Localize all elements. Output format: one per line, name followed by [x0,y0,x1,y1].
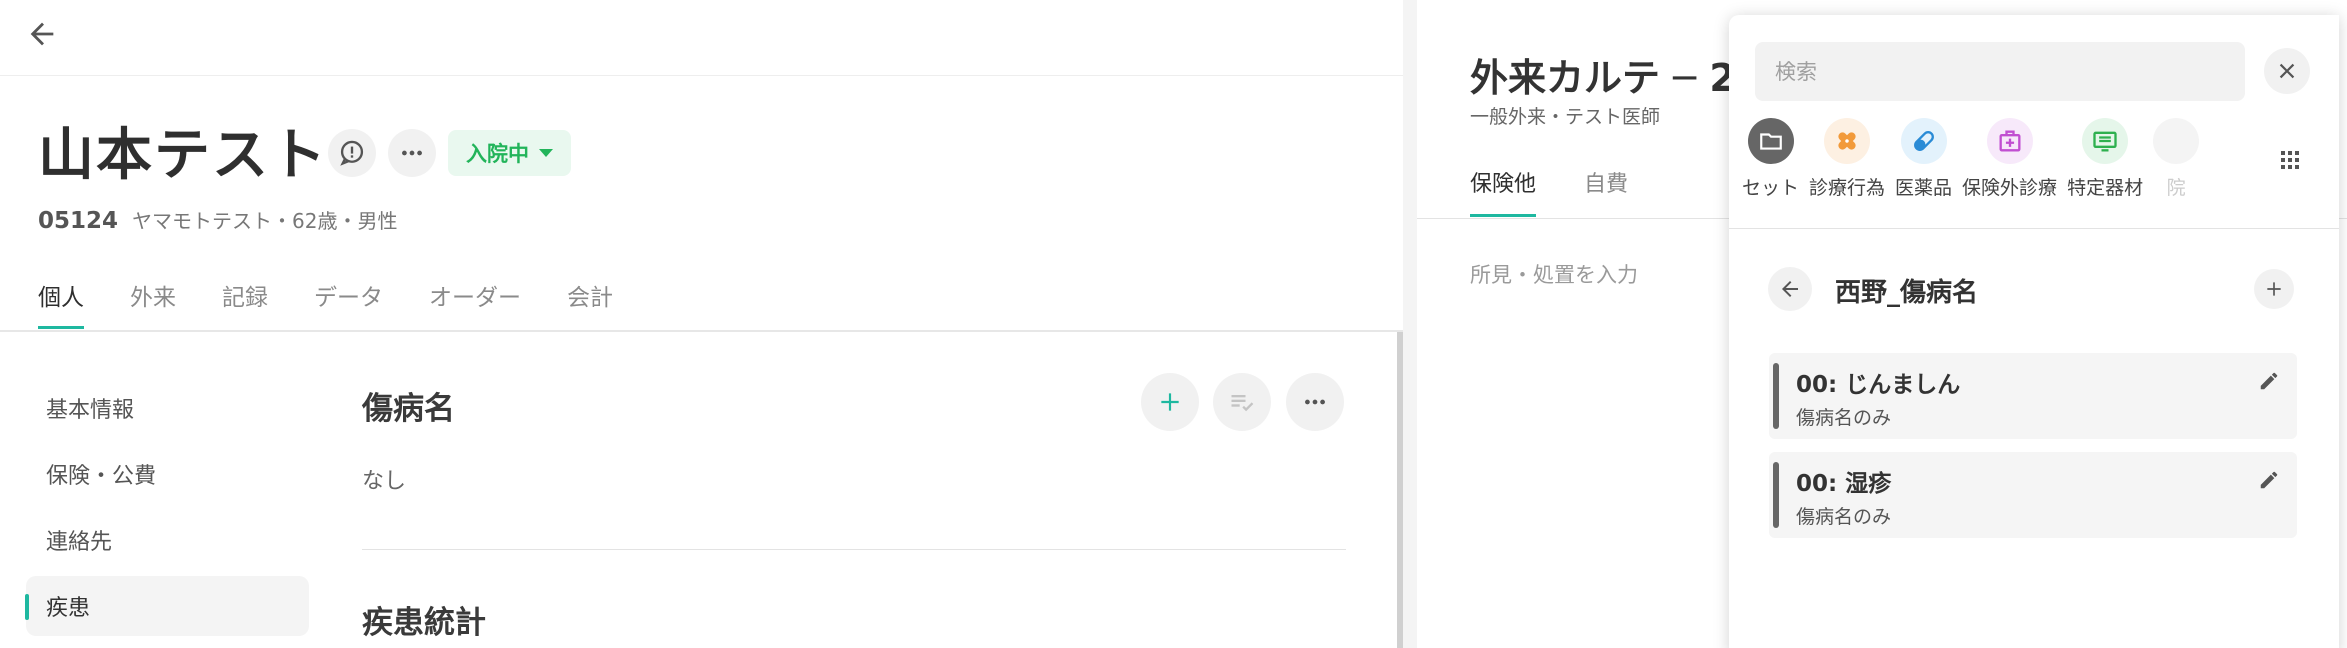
chart-title: 外来カルテ ─ 2 [1470,56,1736,100]
pencil-icon [2260,471,2278,489]
bandage-icon [1824,118,1871,164]
set-item-name: 00: 湿疹 [1796,471,1892,497]
pencil-icon [2260,372,2278,390]
close-panel-button[interactable] [2264,48,2310,94]
more-horizontal-icon [402,150,422,156]
status-label: 入院中 [466,142,529,166]
tab-orders[interactable]: オーダー [429,272,521,332]
category-label: 診療行為 [1809,177,1886,199]
set-item-marker [1773,462,1779,528]
panel-divider [1729,228,2339,229]
category-label: 保険外診療 [1962,177,2058,199]
chart-subtitle: 一般外来・テスト医師 [1470,106,1661,128]
close-icon [2279,63,2295,79]
category-label: 特定器材 [2067,177,2144,199]
header-divider [0,75,1403,76]
bulk-edit-button[interactable] [1213,373,1271,431]
tab-records[interactable]: 記録 [222,272,268,332]
device-icon [2082,118,2129,164]
medical-bag-icon [1986,118,2033,164]
category-procedures[interactable]: 診療行為 [1809,118,1885,208]
nav-item-insurance[interactable]: 保険・公費 [26,444,309,504]
category-label: 医薬品 [1895,177,1953,199]
tab-personal[interactable]: 個人 [38,272,84,332]
patient-meta: 05124 ヤマモトテスト・62歳・男性 [38,205,397,234]
category-set[interactable]: セット [1742,118,1799,208]
nav-item-basic-info[interactable]: 基本情報 [26,378,309,438]
category-devices[interactable]: 特定器材 [2067,118,2143,208]
admission-status-dropdown[interactable]: 入院中 [448,130,571,176]
side-nav: 基本情報 保険・公費 連絡先 疾患 [25,378,309,642]
tab-outpatient[interactable]: 外来 [130,272,176,332]
patient-details: ヤマモトテスト・62歳・男性 [132,209,398,233]
alert-button[interactable] [328,129,376,177]
tab-self-pay[interactable]: 自費 [1584,166,1628,198]
patient-name: 山本テスト [38,123,328,188]
edit-set-button[interactable] [2255,466,2283,494]
more-icon [2153,118,2200,164]
back-button[interactable] [20,12,64,56]
set-folder-title: 西野_傷病名 [1835,278,1979,308]
add-disease-button[interactable] [1141,373,1199,431]
edit-set-button[interactable] [2255,367,2283,395]
tabs-divider [0,330,1403,332]
set-item-name: 00: じんましん [1796,372,1961,398]
chart-tabs: 保険他 自費 [1470,166,1676,217]
category-more[interactable]: 院 [2153,118,2200,208]
pill-icon [1900,118,1947,164]
order-panel [1729,15,2339,648]
category-non-insurance[interactable]: 保険外診療 [1962,118,2057,208]
caret-down-icon [539,149,553,157]
section-title: 傷病名 [362,391,455,427]
folder-icon [1747,118,1794,164]
plus-icon [2267,282,2281,296]
set-item-description: 傷病名のみ [1796,407,1892,429]
category-label: 院 [2166,177,2186,199]
findings-input[interactable] [1470,263,1720,287]
add-set-button[interactable] [2254,269,2294,309]
plus-icon [1161,393,1179,411]
category-medicine[interactable]: 医薬品 [1895,118,1952,208]
category-bar: セット 診療行為 医薬品 保険外診療 特定器材 院 [1742,118,2274,208]
category-label: セット [1742,177,1800,199]
grid-icon [2281,151,2299,169]
set-item-marker [1773,363,1779,429]
all-categories-button[interactable] [2274,140,2306,180]
tab-billing[interactable]: 会計 [567,272,613,332]
set-item[interactable]: 00: 湿疹 傷病名のみ [1769,452,2297,538]
empty-text: なし [362,469,407,494]
disease-stats-title: 疾患統計 [362,605,486,641]
disease-more-button[interactable] [1286,373,1344,431]
arrow-left-icon [1782,281,1798,297]
search-input[interactable] [1755,42,2245,101]
pane-separator [1403,0,1417,648]
patient-id: 05124 [38,208,119,234]
list-check-icon [1231,395,1254,412]
set-item[interactable]: 00: じんましん 傷病名のみ [1769,353,2297,439]
more-horizontal-icon [1305,399,1325,405]
patient-more-button[interactable] [388,129,436,177]
tab-insurance[interactable]: 保険他 [1470,166,1537,217]
nav-item-diseases[interactable]: 疾患 [25,576,309,636]
alert-bubble-icon [340,140,364,166]
patient-tabs: 個人 外来 記録 データ オーダー 会計 [38,272,659,332]
set-back-button[interactable] [1768,267,1812,311]
set-item-description: 傷病名のみ [1796,506,1892,528]
nav-item-contacts[interactable]: 連絡先 [26,510,309,570]
tab-data[interactable]: データ [314,272,383,332]
section-divider [362,549,1346,550]
arrow-left-icon [30,22,54,46]
